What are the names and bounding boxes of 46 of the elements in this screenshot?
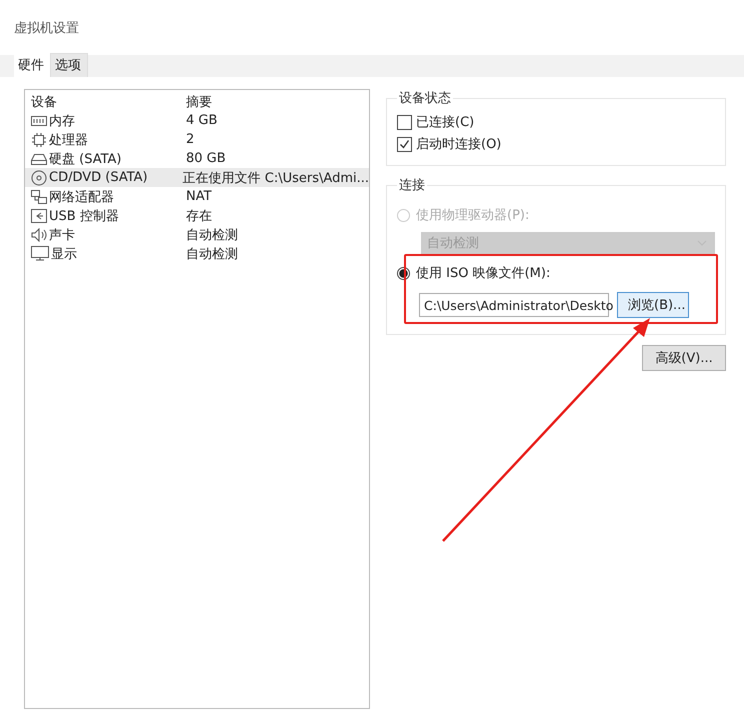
tab[interactable]: 选项	[50, 53, 88, 77]
usb-icon	[31, 208, 47, 222]
checkbox[interactable]	[397, 136, 412, 152]
device-row[interactable]: USB 控制器 存在	[25, 206, 369, 225]
memory-icon	[31, 114, 47, 126]
tab[interactable]: 硬件	[14, 54, 50, 77]
device-name: CD/DVD (SATA)	[49, 170, 148, 185]
group-title: 设备状态	[398, 90, 452, 107]
column-header: 摘要	[186, 94, 212, 110]
device-summary: 2	[186, 132, 194, 147]
device-row[interactable]: 显示 自动检测	[25, 244, 369, 263]
column-header: 设备	[31, 94, 58, 110]
device-summary: 正在使用文件 C:\Users\Admi...	[182, 170, 369, 186]
device-row[interactable]: 网络适配器 NAT	[25, 187, 369, 206]
device-summary: 自动检测	[186, 246, 238, 262]
device-row[interactable]: 处理器 2	[25, 130, 369, 149]
group-title: 连接	[398, 177, 426, 194]
device-name: 处理器	[49, 132, 88, 148]
checkbox-label: 启动时连接(O)	[416, 136, 502, 153]
device-summary: NAT	[186, 189, 212, 204]
device-name: 声卡	[49, 226, 75, 244]
device-summary: 自动检测	[186, 226, 238, 244]
radio-label: 使用 ISO 映像文件(M):	[416, 265, 550, 282]
checkbox-label: 已连接(C)	[416, 114, 474, 131]
device-summary: 80 GB	[186, 151, 226, 166]
device-row[interactable]: 硬盘 (SATA) 80 GB	[25, 149, 369, 168]
device-name: 内存	[49, 112, 75, 130]
device-name: USB 控制器	[49, 208, 119, 224]
radio-label: 使用物理驱动器(P):	[416, 207, 530, 224]
device-row[interactable]: 声卡 自动检测	[25, 225, 369, 244]
device-row[interactable]: CD/DVD (SATA) 正在使用文件 C:\Users\Admi...	[25, 168, 369, 187]
network-icon	[31, 190, 47, 204]
device-name: 硬盘 (SATA)	[49, 150, 122, 168]
checkbox[interactable]	[397, 114, 412, 130]
chip-icon	[31, 132, 47, 146]
device-name: 网络适配器	[49, 188, 114, 206]
device-summary: 4 GB	[186, 113, 218, 128]
device-summary: 存在	[186, 208, 212, 224]
window-title: 虚拟机设置	[14, 20, 79, 36]
device-row[interactable]: 内存 4 GB	[25, 111, 369, 130]
advanced-button[interactable]: 高级(V)...	[642, 345, 726, 371]
monitor-icon	[31, 246, 49, 261]
browse-button[interactable]: 浏览(B)...	[617, 292, 689, 318]
speaker-icon	[31, 228, 47, 242]
device-name: 显示	[51, 246, 77, 262]
disc-icon	[31, 170, 47, 186]
